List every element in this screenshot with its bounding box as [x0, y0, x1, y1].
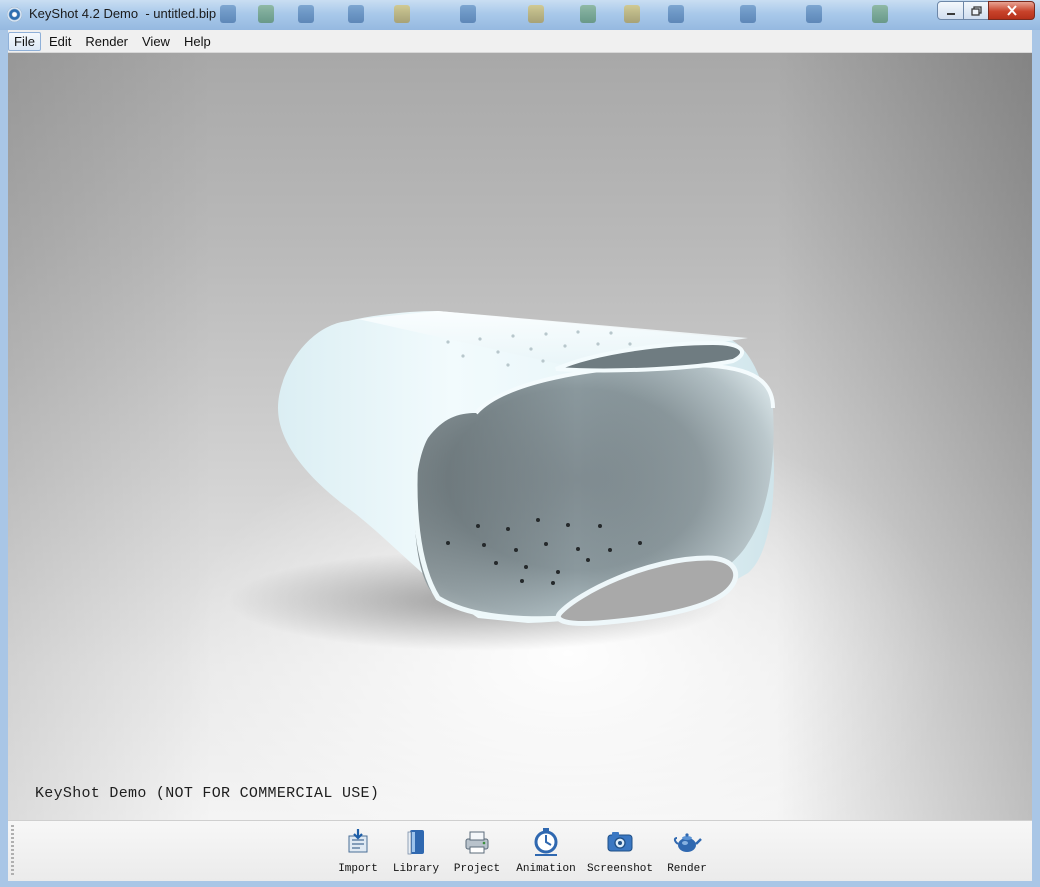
menu-edit[interactable]: Edit [43, 32, 77, 51]
title-bar[interactable]: KeyShot 4.2 Demo - untitled.bip [0, 0, 1040, 30]
menu-help[interactable]: Help [178, 32, 217, 51]
bottom-toolbar: Import Library Project Animation Screens… [8, 820, 1032, 881]
screenshot-icon [605, 827, 635, 857]
library-label: Library [392, 863, 440, 875]
window-frame-right [1032, 30, 1040, 887]
window-controls [937, 1, 1035, 20]
maximize-button[interactable] [963, 1, 989, 20]
menu-render[interactable]: Render [79, 32, 134, 51]
app-window: KeyShot 4.2 Demo - untitled.bip File Edi… [0, 0, 1040, 887]
render-label: Render [667, 863, 707, 875]
keyshot-app-icon[interactable] [7, 7, 22, 22]
animation-button[interactable]: Animation [516, 827, 576, 877]
minimize-icon [946, 12, 955, 15]
window-frame-bottom [0, 880, 1040, 887]
render-viewport[interactable]: KeyShot Demo (NOT FOR COMMERCIAL USE) [8, 53, 1032, 820]
menu-bar: File Edit Render View Help [8, 30, 1032, 53]
close-icon [1006, 5, 1017, 16]
render-button[interactable]: Render [665, 827, 709, 877]
import-icon [343, 827, 373, 857]
screenshot-button[interactable]: Screenshot [587, 827, 654, 877]
project-icon [462, 827, 492, 857]
screenshot-label: Screenshot [587, 863, 654, 875]
toolbar-grip[interactable] [11, 825, 14, 877]
project-button[interactable]: Project [454, 827, 500, 877]
import-button[interactable]: Import [338, 827, 378, 877]
background-desktop-icons [220, 2, 940, 26]
import-label: Import [338, 863, 378, 875]
close-button[interactable] [988, 1, 1035, 20]
library-icon [401, 827, 431, 857]
restore-icon [970, 5, 982, 16]
project-label: Project [453, 863, 501, 875]
menu-view[interactable]: View [136, 32, 176, 51]
menu-file[interactable]: File [8, 31, 41, 51]
render-icon [672, 827, 702, 857]
minimize-button[interactable] [937, 1, 964, 20]
animation-icon [531, 827, 561, 857]
demo-watermark: KeyShot Demo (NOT FOR COMMERCIAL USE) [35, 785, 380, 802]
library-button[interactable]: Library [392, 827, 440, 877]
window-frame-left [0, 30, 8, 887]
window-title: KeyShot 4.2 Demo - untitled.bip [29, 6, 217, 21]
animation-label: Animation [516, 863, 576, 875]
sheet-metal-basket-model[interactable] [8, 53, 1032, 820]
